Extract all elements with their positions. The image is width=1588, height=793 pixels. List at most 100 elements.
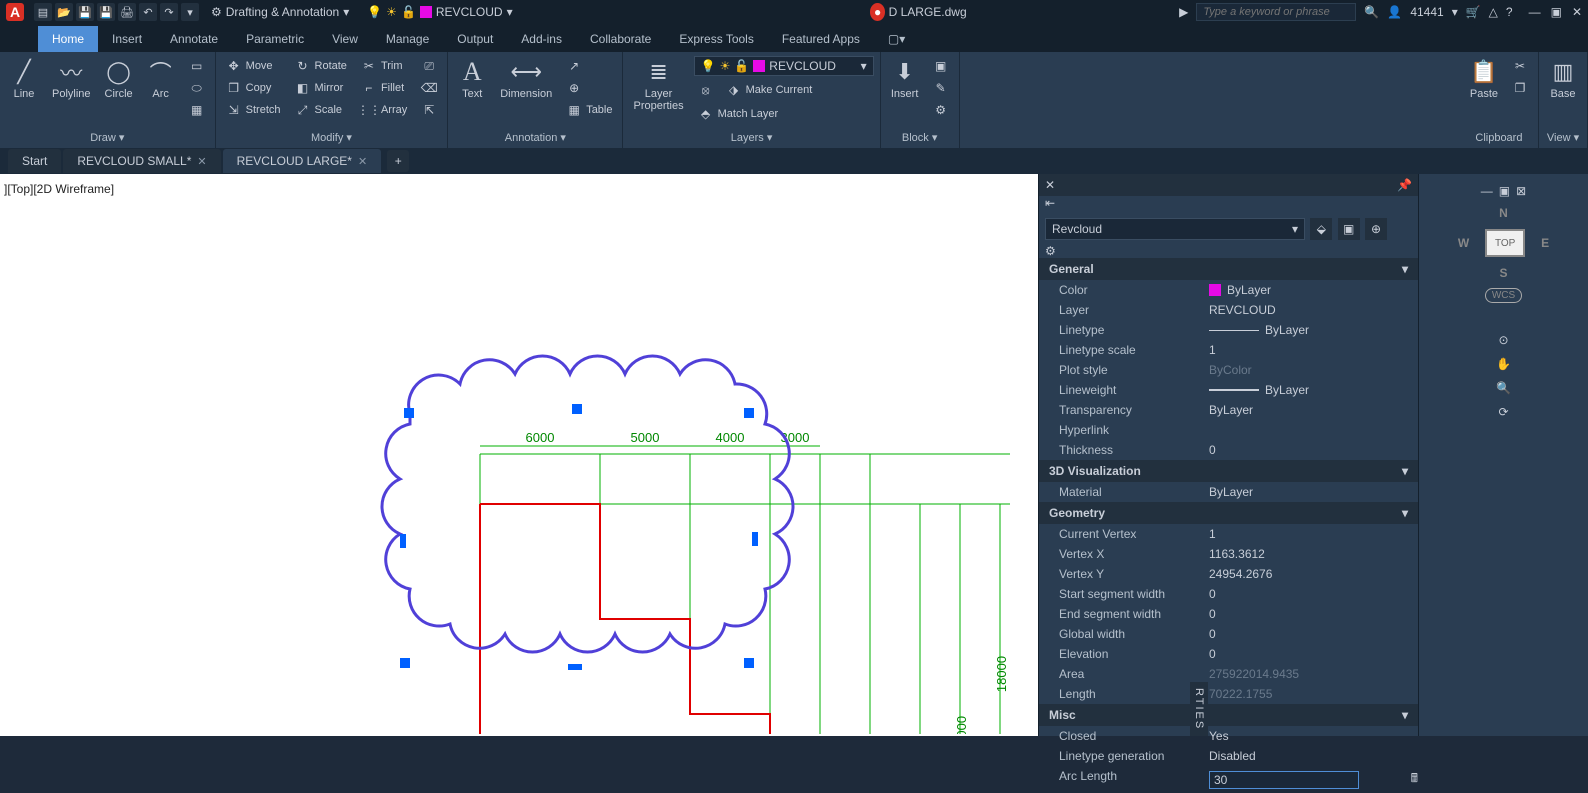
user-icon[interactable]: 👤 <box>1387 5 1402 19</box>
prop-elevation[interactable]: 0 <box>1209 647 1418 661</box>
viewcube-n[interactable]: N <box>1499 206 1508 220</box>
viewcube-top[interactable]: TOP <box>1485 229 1525 257</box>
group-label-modify[interactable]: Modify ▾ <box>222 129 442 146</box>
viewcube-e[interactable]: E <box>1541 236 1549 250</box>
doctab-large[interactable]: REVCLOUD LARGE*✕ <box>223 149 382 173</box>
prop-end-seg-width[interactable]: 0 <box>1209 607 1418 621</box>
array-button[interactable]: ⋮⋮Array <box>357 100 411 120</box>
copy-button[interactable]: ❐Copy <box>222 78 285 98</box>
text-button[interactable]: AText <box>454 56 490 102</box>
doctab-start[interactable]: Start <box>8 149 61 173</box>
arc-length-input[interactable] <box>1209 771 1359 789</box>
close-icon[interactable]: ✕ <box>1572 5 1582 19</box>
close-icon[interactable]: ✕ <box>197 155 206 168</box>
tab-parametric[interactable]: Parametric <box>232 26 318 52</box>
prop-ltscale[interactable]: 1 <box>1209 343 1418 357</box>
prop-layer[interactable]: REVCLOUD <box>1209 303 1418 317</box>
group-label-block[interactable]: Block ▾ <box>887 129 953 146</box>
search-input[interactable] <box>1196 3 1356 21</box>
qat-more-icon[interactable]: ▾ <box>181 3 199 21</box>
search-icon[interactable]: 🔍 <box>1364 5 1379 19</box>
circle-button[interactable]: ◯Circle <box>101 56 137 102</box>
prop-global-width[interactable]: 0 <box>1209 627 1418 641</box>
restore-icon[interactable]: ▣ <box>1551 5 1562 19</box>
attr-button[interactable]: ⚙ <box>929 100 953 120</box>
qat-new-icon[interactable]: ▤ <box>34 3 52 21</box>
viewcube-s[interactable]: S <box>1499 266 1507 280</box>
tab-addins[interactable]: Add-ins <box>507 26 576 52</box>
grip[interactable] <box>744 658 754 668</box>
group-label-layers[interactable]: Layers ▾ <box>629 129 873 146</box>
arc-button[interactable]: ⌒Arc <box>143 56 179 102</box>
tab-home[interactable]: Home <box>38 26 98 52</box>
section-geometry[interactable]: Geometry▾ <box>1039 502 1418 524</box>
edit-block-button[interactable]: ✎ <box>929 78 953 98</box>
share-icon[interactable]: ▶ <box>1179 5 1188 19</box>
viewcube-w[interactable]: W <box>1458 236 1469 250</box>
prop-current-vertex[interactable]: 1 <box>1209 527 1418 541</box>
prop-lineweight[interactable]: ByLayer <box>1209 383 1418 397</box>
grip[interactable] <box>752 532 758 546</box>
qat-undo-icon[interactable]: ↶ <box>139 3 157 21</box>
make-current-button[interactable]: ⬗Make Current <box>722 80 817 100</box>
stretch-button[interactable]: ⇲Stretch <box>222 100 285 120</box>
insert-button[interactable]: ⬇Insert <box>887 56 923 102</box>
chevron-down-icon[interactable]: ▾ <box>1452 5 1458 19</box>
grip[interactable] <box>400 658 410 668</box>
tab-insert[interactable]: Insert <box>98 26 156 52</box>
qat-open-icon[interactable]: 📂 <box>55 3 73 21</box>
drawing-canvas[interactable]: ][Top][2D Wireframe] <box>0 174 1038 736</box>
section-general[interactable]: General▾ <box>1039 258 1418 280</box>
prop-linetype-gen[interactable]: Disabled <box>1209 749 1418 763</box>
qat-redo-icon[interactable]: ↷ <box>160 3 178 21</box>
copy-clip-button[interactable]: ❐ <box>1508 78 1532 98</box>
qat-plot-icon[interactable]: 🖨 <box>118 3 136 21</box>
prop-closed[interactable]: Yes <box>1209 729 1418 743</box>
restore-viewport-icon[interactable]: ▣ <box>1499 184 1510 198</box>
leader-button[interactable]: ↗ <box>562 56 616 76</box>
add-tab-button[interactable]: + <box>387 150 409 172</box>
table-button[interactable]: ▦Table <box>562 100 616 120</box>
layer-off-button[interactable]: ⦻ <box>694 80 718 100</box>
app-icon[interactable]: △ <box>1489 5 1498 19</box>
centerline-button[interactable]: ⊕ <box>562 78 616 98</box>
grip[interactable] <box>404 408 414 418</box>
pickadd-icon[interactable]: ⊕ <box>1365 218 1387 240</box>
paste-button[interactable]: 📋Paste <box>1466 56 1502 102</box>
rotate-button[interactable]: ↻Rotate <box>291 56 351 76</box>
ellipse-button[interactable]: ⬭ <box>185 78 209 98</box>
prop-color[interactable]: ByLayer <box>1209 283 1418 297</box>
line-button[interactable]: ╱Line <box>6 56 42 102</box>
move-button[interactable]: ✥Move <box>222 56 285 76</box>
layer-quick[interactable]: 💡 ☀ 🔓 REVCLOUD ▾ <box>367 5 512 19</box>
offset-button[interactable]: ⎚ <box>417 56 441 76</box>
properties-tab-label[interactable]: RTIES <box>1190 682 1208 736</box>
quickselect-icon[interactable]: ⬙ <box>1310 218 1332 240</box>
prop-linetype[interactable]: ByLayer <box>1209 323 1418 337</box>
fillet-button[interactable]: ⌐Fillet <box>357 78 411 98</box>
group-label-clipboard[interactable]: Clipboard <box>1466 130 1532 146</box>
palette-close-icon[interactable]: ✕ <box>1045 178 1055 192</box>
prop-hyperlink[interactable] <box>1209 423 1418 437</box>
hatch-button[interactable]: ▦ <box>185 100 209 120</box>
create-block-button[interactable]: ▣ <box>929 56 953 76</box>
prop-vertex-x[interactable]: 1163.3612 <box>1209 547 1418 561</box>
wcs-label[interactable]: WCS <box>1485 288 1522 303</box>
palette-dock-icon[interactable]: ⇤ <box>1045 196 1055 210</box>
tab-annotate[interactable]: Annotate <box>156 26 232 52</box>
minimize-viewport-icon[interactable]: — <box>1481 184 1493 198</box>
pan-icon[interactable]: ✋ <box>1496 357 1511 371</box>
section-3d-visualization[interactable]: 3D Visualization▾ <box>1039 460 1418 482</box>
tab-collaborate[interactable]: Collaborate <box>576 26 665 52</box>
prop-transparency[interactable]: ByLayer <box>1209 403 1418 417</box>
workspace-switcher[interactable]: ⚙ Drafting & Annotation ▾ <box>211 5 349 19</box>
dimension-button[interactable]: ⟷Dimension <box>496 56 556 102</box>
tab-overflow[interactable]: ▢▾ <box>874 26 919 52</box>
match-layer-button[interactable]: ⬘Match Layer <box>694 104 874 124</box>
zoom-icon[interactable]: 🔍 <box>1496 381 1511 395</box>
prop-start-seg-width[interactable]: 0 <box>1209 587 1418 601</box>
qat-save-icon[interactable]: 💾 <box>76 3 94 21</box>
tab-view[interactable]: View <box>318 26 372 52</box>
tab-featured-apps[interactable]: Featured Apps <box>768 26 874 52</box>
prop-arc-length[interactable]: 🖩 <box>1209 769 1418 790</box>
